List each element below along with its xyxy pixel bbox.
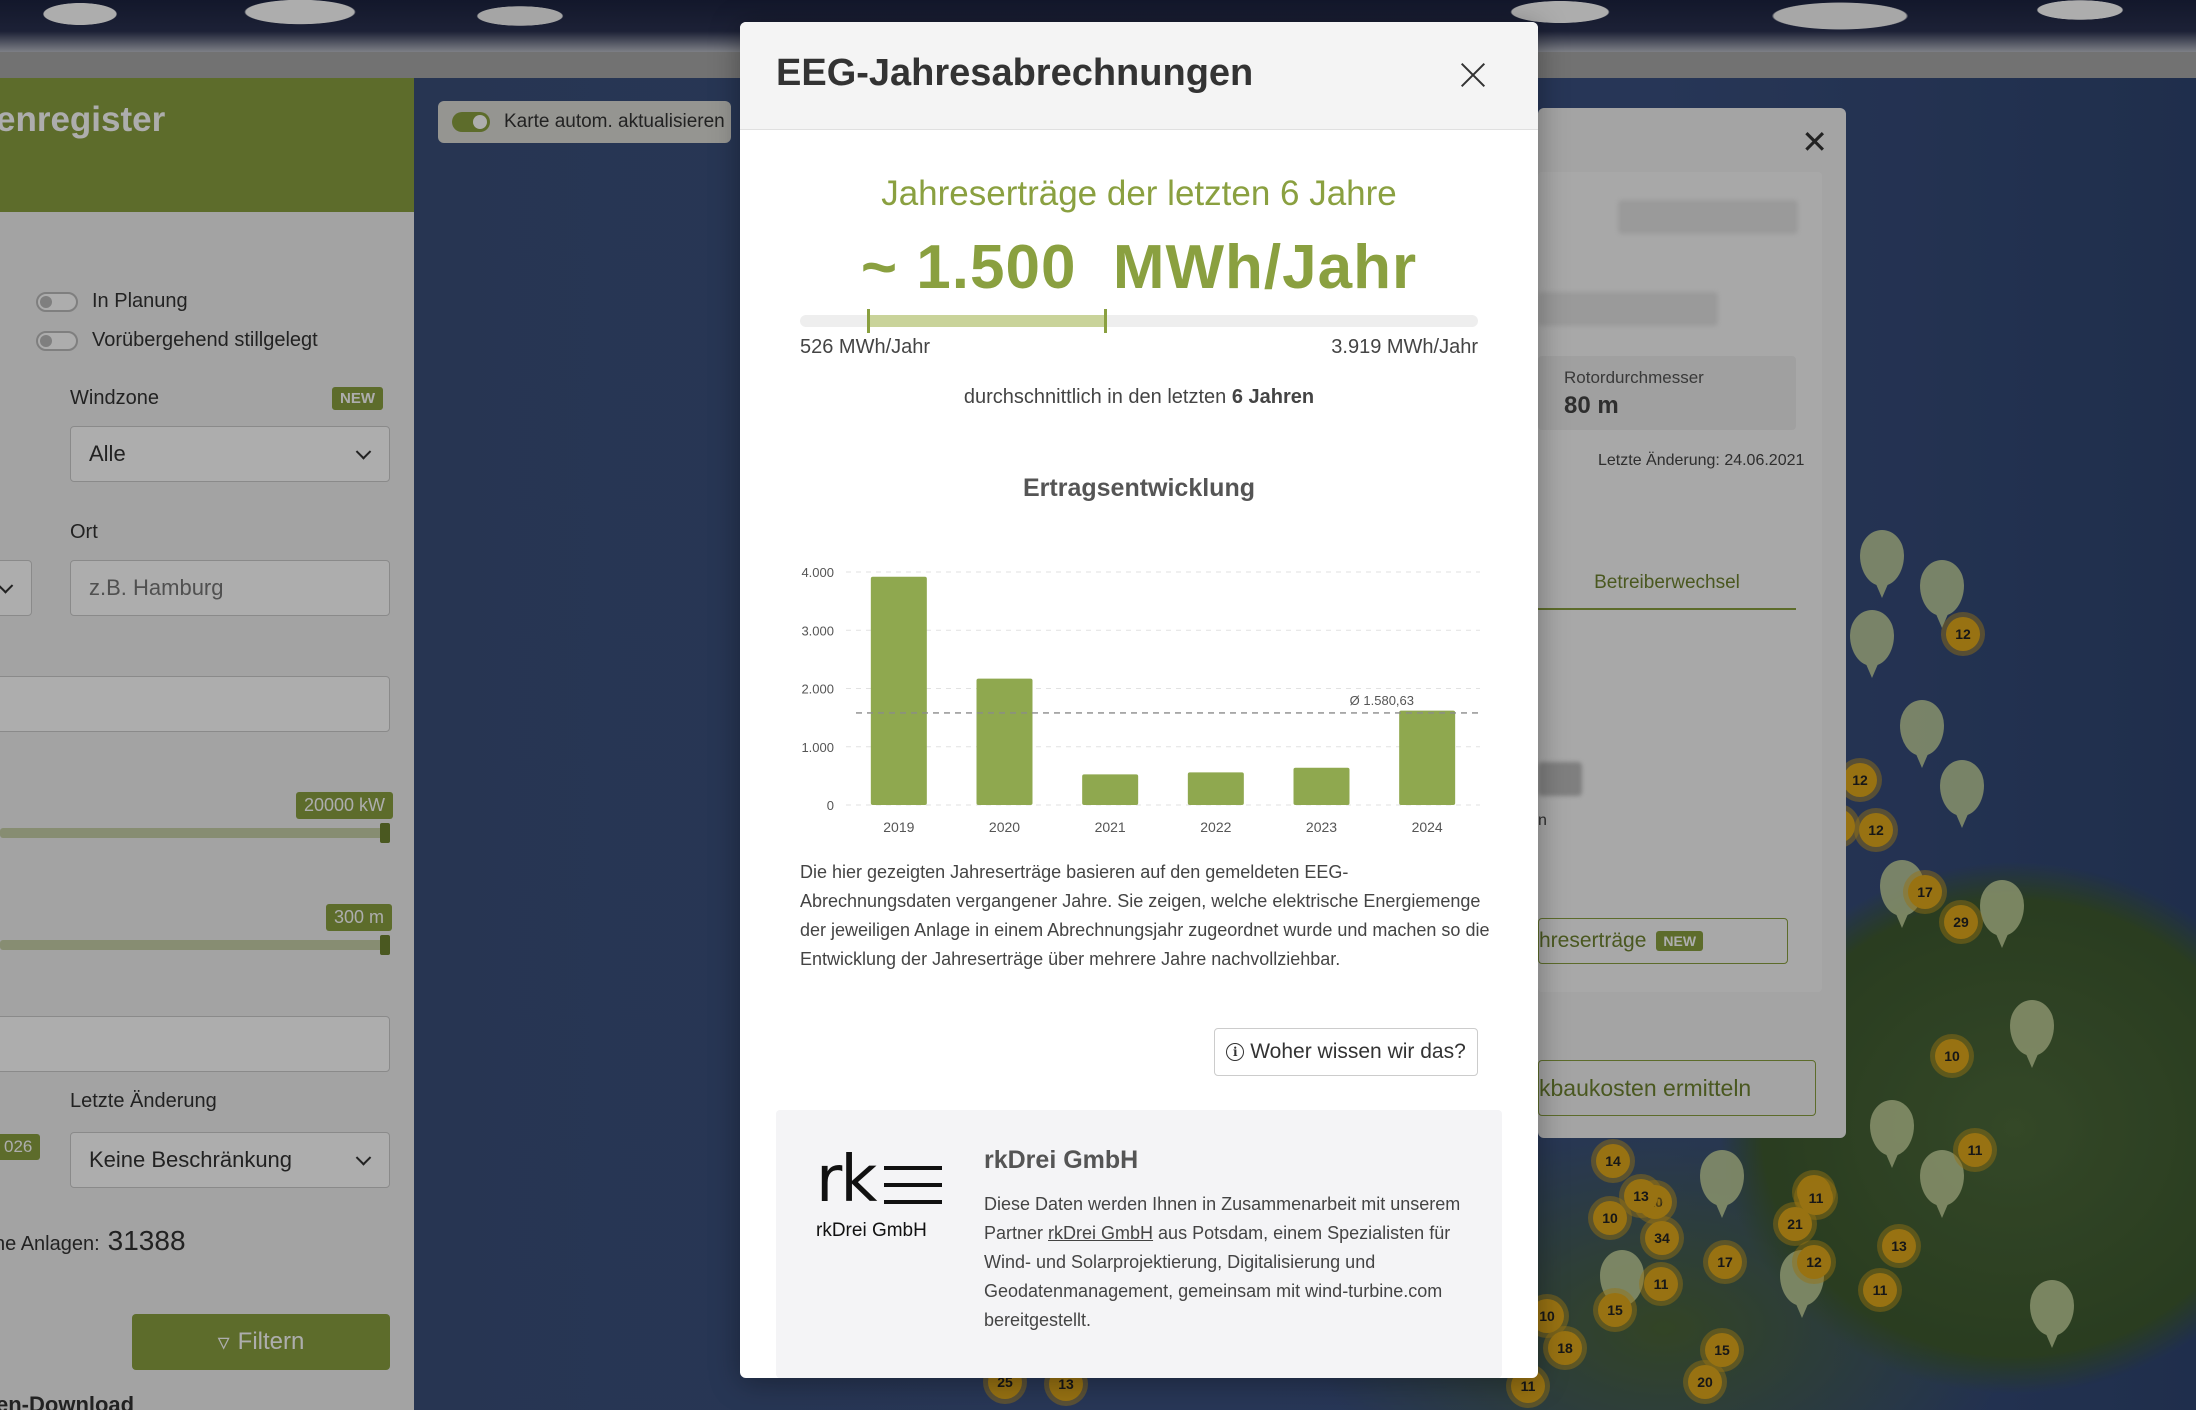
partner-text: Diese Daten werden Ihnen in Zusammenarbe…: [984, 1190, 1464, 1335]
average-caption: durchschnittlich in den letzten 6 Jahren: [740, 386, 1538, 409]
chart-bar: [1082, 774, 1139, 805]
range-max-label: 3.919 MWh/Jahr: [1331, 336, 1478, 358]
chart-bar: [1293, 767, 1350, 805]
eeg-modal: EEG-Jahresabrechnungen Jahreserträge der…: [740, 22, 1538, 1378]
average-label: Ø 1.580,63: [1350, 693, 1414, 708]
chart-description: Die hier gezeigten Jahreserträge basiere…: [800, 862, 1490, 969]
y-tick-label: 1.000: [801, 740, 834, 755]
info-icon: i: [1226, 1043, 1245, 1061]
chart-bar: [870, 576, 927, 805]
y-tick-label: 0: [827, 798, 834, 813]
average-caption-prefix: durchschnittlich in den letzten: [963, 386, 1232, 408]
x-tick-label: 2019: [883, 819, 914, 835]
x-tick-label: 2023: [1306, 819, 1337, 835]
yield-bar-chart: 0 1.000 2.000 3.000 4.000 2019 2020 2021 2022 202…: [801, 565, 1480, 835]
y-tick-label: 4.000: [801, 565, 834, 580]
partner-logo: rk rkDrei GmbH: [816, 1148, 946, 1248]
yield-average-value: ~ 1.500 MWh/Jahr: [860, 233, 1418, 302]
partner-logo-lines: [884, 1166, 942, 1217]
range-tick: [1104, 309, 1108, 333]
y-tick-label: 2.000: [801, 682, 834, 697]
range-tick: [866, 309, 870, 333]
chart-title: Ertragsentwicklung: [1023, 474, 1255, 502]
partner-logo-mark: rk: [816, 1143, 877, 1217]
partner-logo-text: rkDrei GmbH: [816, 1220, 927, 1241]
x-tick-label: 2024: [1412, 819, 1443, 835]
partner-box: rk rkDrei GmbH rkDrei GmbH Diese Daten w…: [776, 1110, 1502, 1378]
close-icon[interactable]: [1460, 62, 1486, 88]
yield-range-fill: [867, 315, 1106, 327]
modal-title: EEG-Jahresabrechnungen: [776, 52, 1254, 94]
chart-bar: [976, 678, 1033, 805]
x-tick-label: 2020: [989, 819, 1020, 835]
average-caption-years: 6 Jahren: [1231, 386, 1315, 408]
modal-header: EEG-Jahresabrechnungen: [740, 22, 1538, 130]
y-tick-label: 3.000: [801, 623, 834, 638]
range-min-label: 526 MWh/Jahr: [800, 336, 931, 358]
yield-range-bar: [800, 309, 1478, 333]
partner-name: rkDrei GmbH: [984, 1146, 1139, 1174]
chart-bar: [1399, 710, 1456, 805]
source-info-button[interactable]: i Woher wissen wir das?: [1214, 1028, 1478, 1076]
source-info-label: Woher wissen wir das?: [1250, 1040, 1466, 1063]
partner-link[interactable]: rkDrei GmbH: [1048, 1223, 1153, 1243]
x-tick-label: 2021: [1095, 819, 1126, 835]
chart-bar: [1187, 772, 1244, 805]
yield-heading: Jahreserträge der letzten 6 Jahre: [881, 174, 1397, 213]
x-tick-label: 2022: [1200, 819, 1231, 835]
